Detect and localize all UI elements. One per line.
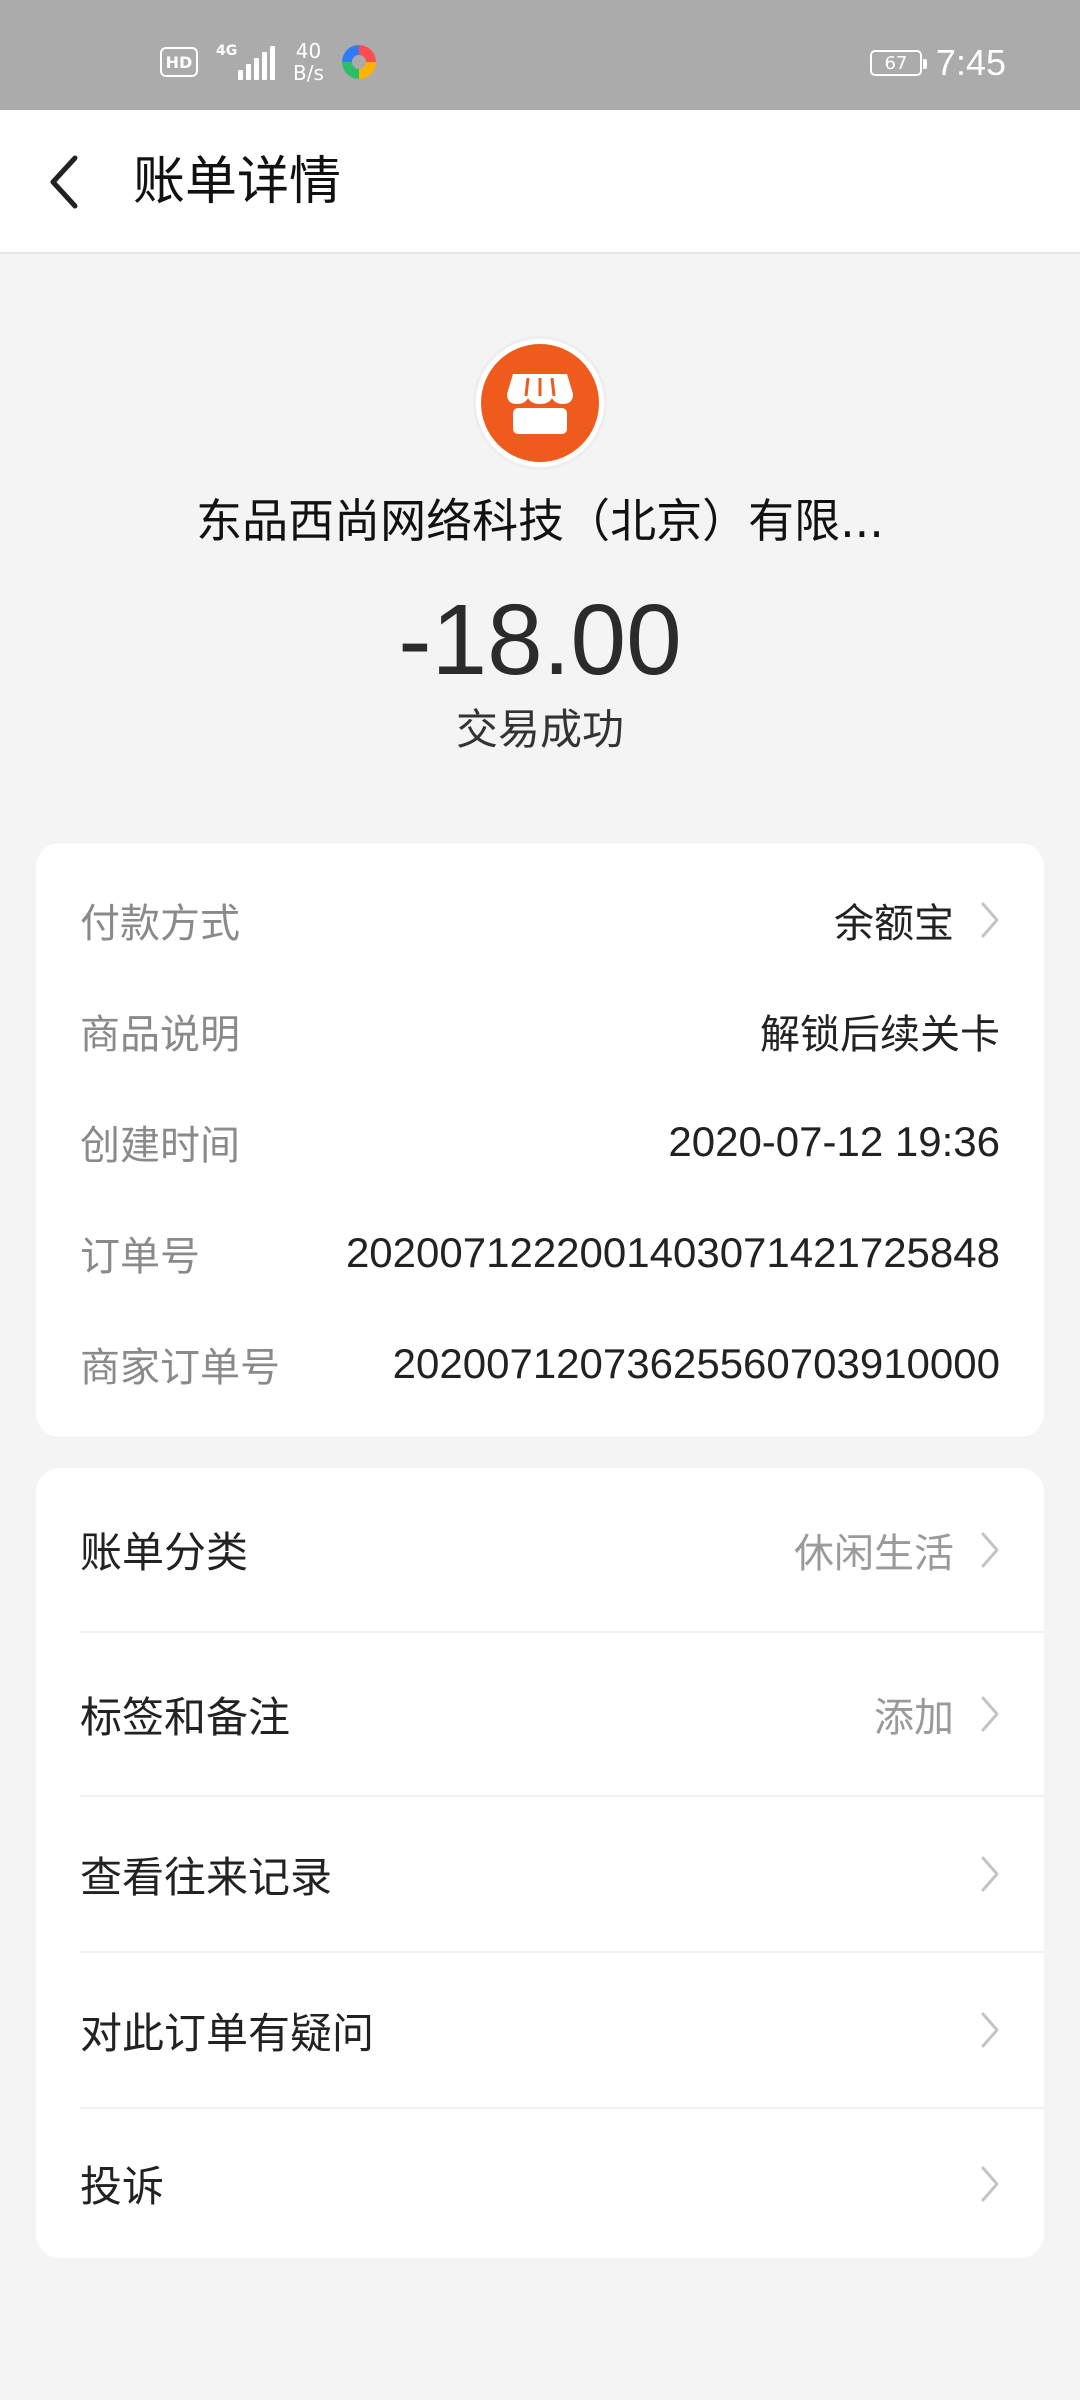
tags-notes-row[interactable]: 标签和备注 添加 [36, 1633, 1044, 1795]
created-time-label: 创建时间 [80, 1123, 240, 1169]
chevron-right-icon [980, 1695, 1000, 1733]
created-time-value: 2020-07-12 19:36 [668, 1118, 1000, 1165]
chevron-right-icon [980, 2165, 1000, 2203]
signal-bar [270, 46, 275, 80]
hd-badge: HD [160, 47, 198, 77]
bill-category-value: 休闲生活 [794, 1530, 954, 1577]
bill-category-right: 休闲生活 [794, 1521, 1000, 1579]
tags-notes-label: 标签和备注 [80, 1692, 291, 1742]
created-time-row: 创建时间 2020-07-12 19:36 [80, 1112, 1000, 1172]
payment-method-row[interactable]: 付款方式 余额宝 [80, 890, 1000, 950]
clock: 7:45 [935, 42, 1006, 83]
merchant-avatar [473, 336, 607, 470]
signal-bar [238, 70, 243, 80]
payment-method-label: 付款方式 [80, 901, 240, 947]
order-number-value: 2020071222001403071421725848 [345, 1229, 1000, 1276]
page-title: 账单详情 [133, 152, 342, 212]
back-button[interactable] [30, 147, 100, 217]
complaint-label: 投诉 [80, 2162, 165, 2211]
merchant-avatar-bg [481, 344, 599, 462]
signal-icon: 4G [216, 44, 275, 80]
complaint-row[interactable]: 投诉 [36, 2109, 1044, 2258]
store-icon [507, 374, 573, 434]
title-bar: 账单详情 [0, 110, 1080, 254]
merchant-name: 东品西尚网络科技（北京）有限... [196, 494, 884, 548]
merchant-order-row: 商家订单号 20200712073625560703910000 [80, 1334, 1000, 1394]
complaint-right [954, 2165, 1000, 2203]
transaction-status: 交易成功 [455, 705, 624, 754]
network-speed: 40 B/s [293, 40, 324, 84]
chevron-right-icon [980, 901, 1000, 939]
view-history-right [954, 1855, 1000, 1893]
order-number-row: 订单号 2020071222001403071421725848 [80, 1223, 1000, 1283]
tags-notes-right: 添加 [874, 1685, 1000, 1743]
chevron-right-icon [980, 2011, 1000, 2049]
merchant-order-label: 商家订单号 [80, 1345, 280, 1391]
order-question-right [954, 2011, 1000, 2049]
view-history-row[interactable]: 查看往来记录 [36, 1797, 1044, 1951]
order-question-row[interactable]: 对此订单有疑问 [36, 1953, 1044, 2107]
product-label: 商品说明 [80, 1012, 240, 1058]
status-right: 67 7:45 [869, 42, 1006, 84]
order-question-label: 对此订单有疑问 [80, 2008, 375, 2058]
chevron-right-icon [980, 1855, 1000, 1893]
status-indicators: HD 4G 40 B/s [160, 40, 376, 84]
payment-method-value-wrap: 余额宝 [834, 891, 1000, 949]
network-type: 4G [216, 43, 238, 59]
chevron-right-icon [980, 1531, 1000, 1569]
product-value: 解锁后续关卡 [760, 1012, 1000, 1058]
transaction-details-card: 付款方式 余额宝 商品说明 解锁后续关卡 创建时间 2020-07-12 19:… [36, 843, 1044, 1437]
view-history-label: 查看往来记录 [80, 1852, 333, 1902]
bill-category-label: 账单分类 [80, 1528, 249, 1577]
app-notification-icon [341, 45, 376, 79]
product-row: 商品说明 解锁后续关卡 [80, 1001, 1000, 1061]
battery-icon: 67 [869, 50, 927, 76]
battery-level: 67 [884, 52, 908, 74]
actions-card: 账单分类 休闲生活 标签和备注 添加 查看往来记录 对此订单有疑问 投诉 [36, 1468, 1044, 2258]
speed-value: 40 [295, 39, 322, 63]
bill-category-row[interactable]: 账单分类 休闲生活 [36, 1468, 1044, 1631]
speed-unit: B/s [293, 61, 324, 85]
status-bar: HD 4G 40 B/s 67 7:45 [0, 0, 1080, 110]
tags-notes-value: 添加 [874, 1695, 954, 1741]
transaction-amount: -18.00 [398, 584, 682, 696]
signal-bar [246, 64, 251, 80]
signal-bar [254, 58, 259, 80]
order-number-label: 订单号 [80, 1234, 200, 1280]
payment-method-value: 余额宝 [834, 901, 954, 947]
signal-bar [262, 52, 267, 80]
merchant-order-value: 20200712073625560703910000 [392, 1340, 1000, 1387]
chevron-left-icon [50, 155, 78, 209]
